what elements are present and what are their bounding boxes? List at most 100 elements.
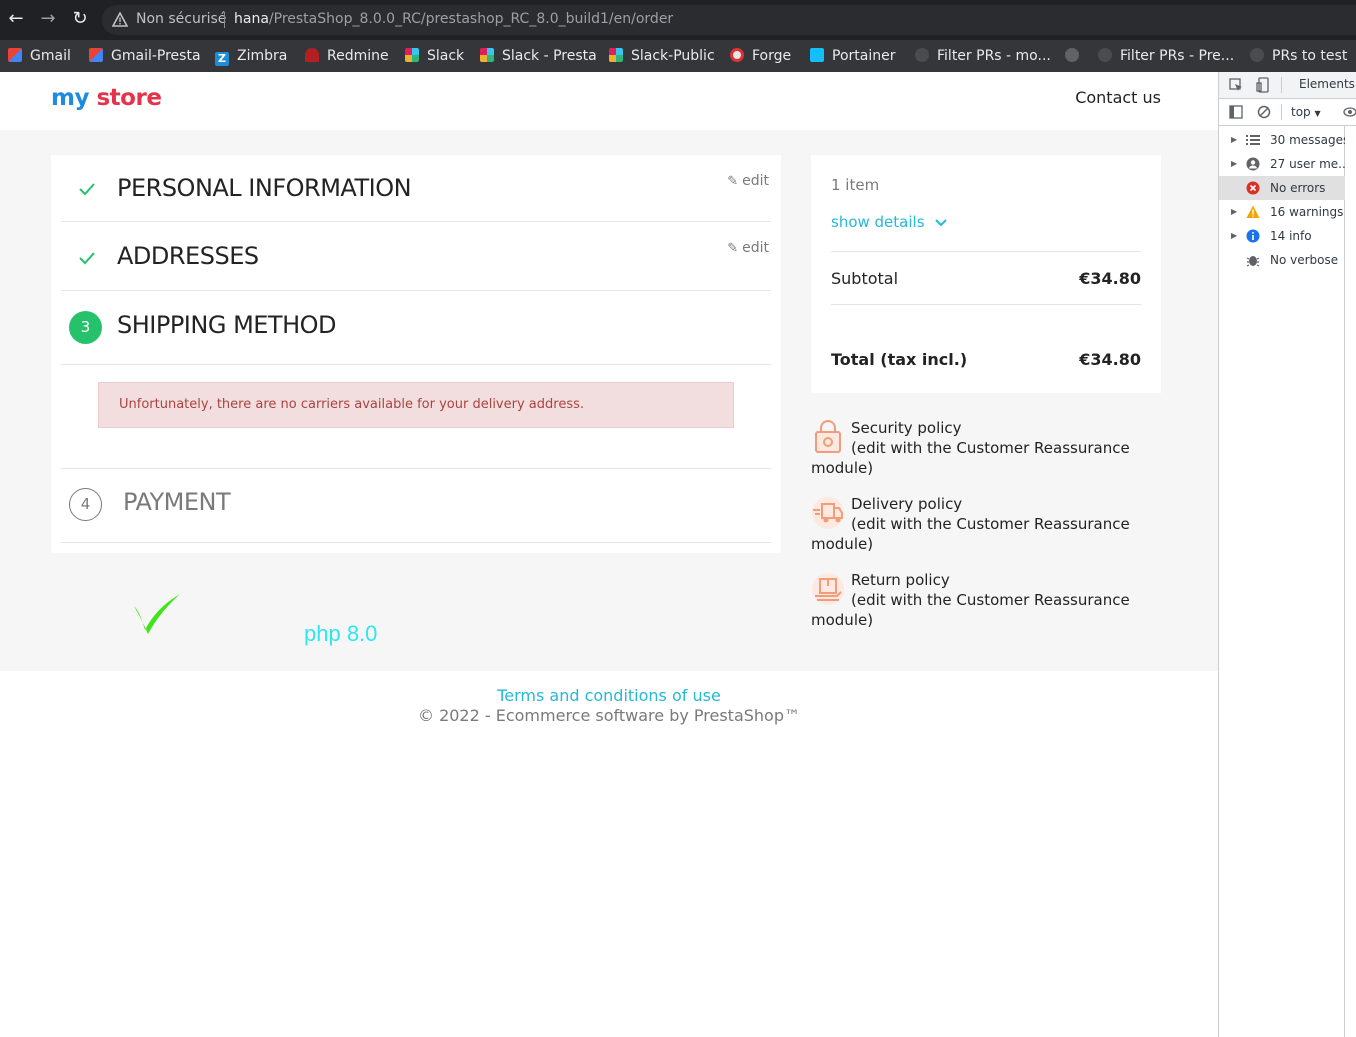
row-label: 30 messages [1270, 133, 1345, 147]
logo-part-1: my [51, 85, 89, 111]
warning-triangle-icon [112, 12, 128, 27]
show-details-toggle[interactable]: show details [831, 213, 948, 231]
expand-arrow-icon: ▶ [1231, 159, 1238, 168]
reassurance-security: Security policy (edit with the Customer … [811, 418, 1141, 478]
reassurance-title: Return policy [851, 571, 950, 589]
slack-icon [609, 48, 623, 62]
context-label: top [1291, 105, 1311, 119]
url-text[interactable]: hana/PrestaShop_8.0.0_RC/prestashop_RC_8… [234, 11, 673, 27]
clear-console-icon[interactable] [1257, 105, 1271, 119]
bookmark-slack-public[interactable]: Slack-Public [609, 44, 715, 68]
reassurance-note: module) [811, 611, 874, 629]
bookmark-label: Filter PRs - mo... [937, 48, 1051, 64]
console-filter-verbose[interactable]: No verbose [1219, 248, 1345, 272]
store-logo[interactable]: my store [51, 85, 162, 111]
copyright: © 2022 - Ecommerce software by PrestaSho… [417, 706, 800, 725]
reassurance-delivery: Delivery policy (edit with the Customer … [811, 494, 1141, 554]
terms-label[interactable]: Terms and conditions of use [497, 686, 721, 705]
delivery-truck-icon [812, 497, 844, 529]
inspect-icon[interactable] [1229, 78, 1243, 92]
browser-toolbar: ← → ↻ Non sécurisé hana/PrestaShop_8.0.0… [0, 0, 1356, 40]
bookmark-slack[interactable]: Slack [405, 44, 464, 68]
console-filter-warnings[interactable]: ▶ 16 warnings [1219, 200, 1345, 224]
bookmark-gmail-presta[interactable]: Gmail-Presta [89, 44, 201, 68]
bookmark-zimbra[interactable]: Z Zimbra [215, 44, 287, 68]
address-bar[interactable]: Non sécurisé hana/PrestaShop_8.0.0_RC/pr… [102, 5, 1356, 35]
url-host: hana [234, 11, 269, 27]
reload-icon[interactable]: ↻ [69, 8, 91, 30]
bookmark-label: Gmail-Presta [111, 48, 201, 64]
edit-personal-information[interactable]: ✎ edit [727, 173, 769, 189]
web-page: my store Contact us PERSONAL INFORMATION… [0, 72, 1218, 1037]
no-carriers-alert: Unfortunately, there are no carriers ava… [98, 382, 734, 428]
list-icon [1246, 135, 1260, 145]
bookmark-filter-prs-mo[interactable]: Filter PRs - mo... [915, 44, 1051, 68]
green-checkmark-annotation [134, 594, 180, 634]
check-icon [79, 183, 95, 196]
github-icon [1098, 48, 1112, 62]
github-icon [915, 48, 929, 62]
step-personal-information[interactable]: PERSONAL INFORMATION ✎ edit [61, 155, 771, 222]
step-payment[interactable]: 4 PAYMENT [61, 468, 771, 543]
sidebar-toggle-icon[interactable] [1229, 105, 1243, 119]
bookmark-label: PRs to test [1272, 48, 1348, 64]
contact-us-link[interactable]: Contact us [1075, 88, 1161, 107]
bookmark-portainer[interactable]: Portainer [810, 44, 895, 68]
console-output-edge [1346, 126, 1356, 1037]
console-toolbar: top ▼ [1219, 99, 1356, 126]
console-filter-info[interactable]: ▶ 14 info [1219, 224, 1345, 248]
cart-summary: 1 item show details Subtotal €34.80 Tota… [811, 155, 1161, 393]
logo-part-2: store [96, 85, 162, 111]
edit-addresses[interactable]: ✎ edit [727, 240, 769, 256]
row-label: No verbose [1270, 253, 1339, 267]
step-addresses[interactable]: ADDRESSES ✎ edit [61, 222, 771, 291]
divider [831, 304, 1141, 305]
bookmark-globe[interactable] [1065, 44, 1079, 68]
bookmark-label: Redmine [327, 48, 389, 64]
security-status[interactable]: Non sécurisé [136, 11, 226, 27]
reassurance-note: (edit with the Customer Reassurance [851, 439, 1130, 457]
bookmark-forge[interactable]: Forge [730, 44, 791, 68]
bookmark-redmine[interactable]: Redmine [305, 44, 389, 68]
toolbar-divider [1281, 104, 1282, 120]
console-filter-errors[interactable]: No errors [1219, 176, 1345, 200]
step-shipping-method[interactable]: 3 SHIPPING METHOD [61, 291, 771, 365]
device-toolbar-icon[interactable] [1256, 77, 1270, 93]
forward-icon[interactable]: → [37, 8, 59, 30]
console-filter-messages[interactable]: ▶ 30 messages [1219, 128, 1345, 152]
row-label: 14 info [1270, 229, 1312, 243]
github-icon [1250, 48, 1264, 62]
console-sidebar: ▶ 30 messages ▶ 27 user me... No errors … [1219, 126, 1345, 1037]
eye-icon[interactable] [1343, 107, 1356, 117]
bookmark-prs-to-test[interactable]: PRs to test [1250, 44, 1347, 68]
context-selector[interactable]: top ▼ [1291, 105, 1321, 119]
redmine-icon [305, 48, 319, 62]
back-icon[interactable]: ← [5, 8, 27, 30]
step-title: ADDRESSES [117, 242, 259, 270]
bookmark-slack-presta[interactable]: Slack - Presta [480, 44, 597, 68]
total-label: Total (tax incl.) [831, 350, 968, 369]
user-icon [1246, 157, 1260, 171]
php-version-annotation: php 8.0 [304, 621, 378, 646]
forge-icon [730, 48, 744, 62]
devtools-panel: Elements top ▼ ▶ 30 messages ▶ 27 user m… [1218, 72, 1356, 1037]
elements-tab[interactable]: Elements [1299, 77, 1355, 91]
gmail-icon [8, 48, 22, 62]
edit-label: edit [742, 240, 769, 256]
gmail-icon [89, 48, 103, 62]
expand-arrow-icon: ▶ [1231, 231, 1238, 240]
reassurance-note: (edit with the Customer Reassurance [851, 591, 1130, 609]
step-title: PERSONAL INFORMATION [117, 174, 412, 202]
total-value: €34.80 [1079, 350, 1141, 369]
expand-arrow-icon: ▶ [1231, 207, 1238, 216]
pencil-icon: ✎ [727, 241, 739, 256]
reassurance-note: module) [811, 459, 874, 477]
bookmark-filter-prs-pre[interactable]: Filter PRs - Pre... [1098, 44, 1234, 68]
reassurance-title: Security policy [851, 419, 962, 437]
terms-link[interactable]: Terms and conditions of use [0, 686, 1218, 705]
bookmark-gmail[interactable]: Gmail [8, 44, 71, 68]
row-label: No errors [1270, 181, 1326, 195]
console-filter-user-messages[interactable]: ▶ 27 user me... [1219, 152, 1345, 176]
globe-icon [1065, 48, 1079, 62]
bookmark-label: Portainer [832, 48, 896, 64]
